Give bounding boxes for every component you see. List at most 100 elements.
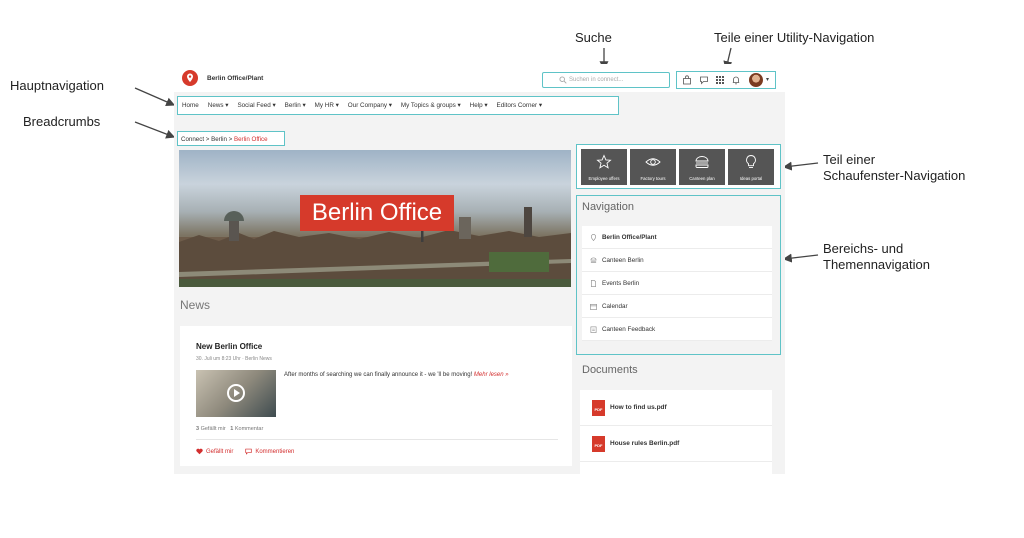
lightbulb-icon [746, 155, 756, 168]
tile-label: Employee offers [588, 176, 620, 181]
search-icon [559, 76, 567, 84]
arrow-breadcrumbs [134, 121, 176, 139]
utility-nav: ▾ [676, 71, 776, 89]
tile-ideas-portal[interactable]: Ideas portal [728, 149, 774, 185]
tile-factory-tours[interactable]: Factory tours [630, 149, 676, 185]
nav-link-calendar[interactable]: Calendar [582, 295, 772, 318]
tile-label: Factory tours [640, 176, 666, 181]
documents-heading: Documents [582, 364, 638, 376]
nav-item-editors-corner[interactable]: Editors Corner ▾ [497, 102, 543, 109]
burger-icon [695, 156, 709, 168]
chat-icon[interactable] [699, 75, 709, 85]
news-heading: News [180, 298, 211, 312]
nav-link-canteen-feedback[interactable]: Canteen Feedback [582, 318, 772, 341]
breadcrumb: Connect > Berlin > Berlin Office [177, 131, 285, 146]
tile-canteen-plan[interactable]: Canteen plan [679, 149, 725, 185]
comment-label: Kommentieren [255, 448, 295, 455]
annotation-showcase-1: Teil einer [823, 152, 876, 167]
main-nav: Home News ▾ Social Feed ▾ Berlin ▾ My HR… [177, 96, 619, 115]
divider [196, 439, 558, 440]
news-card: New Berlin Office 30. Juli um 8:23 Uhr ·… [180, 326, 572, 466]
burger-icon [590, 257, 597, 263]
nav-link-label: Berlin Office/Plant [602, 234, 657, 241]
nav-item-help[interactable]: Help ▾ [470, 102, 488, 109]
location-pin-logo-icon[interactable] [182, 70, 198, 86]
play-icon[interactable] [227, 384, 245, 402]
nav-item-social-feed[interactable]: Social Feed ▾ [237, 102, 275, 109]
pdf-icon: PDF [592, 436, 605, 452]
nav-link-canteen-berlin[interactable]: Canteen Berlin [582, 249, 772, 272]
intranet-app: Berlin Office/Plant Suchen in connect... [174, 64, 785, 474]
arrow-main-nav [134, 87, 176, 107]
news-actions: Gefällt mir Kommentieren [196, 448, 294, 455]
tile-employee-offers[interactable]: Employee offers [581, 149, 627, 185]
document-item[interactable]: PDF House rules Berlin.pdf [580, 426, 772, 462]
annotation-utility-nav: Teile einer Utility-Navigation [714, 30, 875, 45]
news-meta: 30. Juli um 8:23 Uhr · Berlin News [196, 356, 272, 362]
news-excerpt: After months of searching we can finally… [284, 372, 509, 378]
comment-button[interactable]: Kommentieren [245, 448, 294, 455]
nav-item-news[interactable]: News ▾ [208, 102, 229, 109]
video-thumbnail[interactable] [196, 370, 276, 417]
tile-label: Ideas portal [739, 176, 763, 181]
navigation-list: Berlin Office/Plant Canteen Berlin Event… [582, 226, 772, 341]
calendar-icon [590, 304, 597, 310]
nav-link-label: Events Berlin [602, 280, 640, 287]
search-placeholder: Suchen in connect... [569, 77, 624, 83]
annotation-area-nav-1: Bereichs- und [823, 241, 904, 256]
annotation-search: Suche [575, 30, 612, 45]
nav-link-label: Calendar [602, 303, 628, 310]
avatar[interactable] [749, 73, 763, 87]
document-name: House rules Berlin.pdf [610, 440, 680, 447]
star-icon [596, 154, 612, 169]
search-input[interactable]: Suchen in connect... [542, 72, 670, 88]
chevron-down-icon[interactable]: ▾ [766, 76, 769, 83]
nav-link-label: Canteen Feedback [602, 326, 656, 333]
annotation-breadcrumbs: Breadcrumbs [23, 114, 101, 129]
breadcrumb-path[interactable]: Connect > Berlin > [181, 136, 234, 143]
like-button[interactable]: Gefällt mir [196, 448, 233, 455]
tile-label: Canteen plan [689, 176, 715, 181]
hero-title: Berlin Office [300, 195, 454, 231]
hero-banner: Berlin Office [179, 150, 571, 287]
nav-item-my-topics[interactable]: My Topics & groups ▾ [401, 102, 461, 109]
document-item[interactable]: PDF How to find us.pdf [580, 390, 772, 426]
annotated-screenshot: Suche Teile einer Utility-Navigation Hau… [0, 0, 1024, 538]
top-bar: Berlin Office/Plant Suchen in connect... [174, 64, 785, 92]
nav-link-events-berlin[interactable]: Events Berlin [582, 272, 772, 295]
news-stats: 3 Gefällt mir 1 Kommentar [196, 426, 263, 432]
comment-icon [245, 448, 252, 455]
news-text: After months of searching we can finally… [284, 372, 474, 378]
annotation-area-nav-2: Themennavigation [823, 257, 930, 272]
document-name: How to find us.pdf [610, 404, 667, 411]
like-label: Gefällt mir [206, 448, 234, 455]
arrow-area-nav [782, 253, 819, 263]
heart-icon [196, 448, 203, 455]
nav-item-berlin[interactable]: Berlin ▾ [285, 102, 306, 109]
eye-icon [645, 158, 661, 166]
bell-icon[interactable] [731, 75, 741, 85]
document-icon [591, 280, 596, 287]
pdf-icon: PDF [592, 400, 605, 416]
comments-count: 1 [230, 426, 234, 432]
annotation-main-nav: Hauptnavigation [10, 78, 104, 93]
bag-icon[interactable] [682, 75, 692, 85]
nav-link-label: Canteen Berlin [602, 257, 644, 264]
site-name[interactable]: Berlin Office/Plant [207, 75, 263, 82]
comments-label: Kommentar [234, 426, 264, 432]
pin-icon [591, 234, 596, 241]
nav-item-home[interactable]: Home [182, 102, 199, 109]
nav-item-our-company[interactable]: Our Company ▾ [348, 102, 392, 109]
apps-grid-icon[interactable] [715, 75, 725, 85]
nav-item-my-hr[interactable]: My HR ▾ [315, 102, 339, 109]
likes-label: Gefällt mir [200, 426, 226, 432]
arrow-showcase [782, 161, 819, 171]
documents-list: PDF How to find us.pdf PDF House rules B… [580, 390, 772, 474]
nav-link-berlin-office[interactable]: Berlin Office/Plant [582, 226, 772, 249]
read-more-link[interactable]: Mehr lesen » [474, 372, 509, 378]
news-title[interactable]: New Berlin Office [196, 342, 262, 351]
clipboard-icon [590, 326, 597, 333]
annotation-showcase-2: Schaufenster-Navigation [823, 168, 966, 183]
breadcrumb-current: Berlin Office [233, 136, 268, 143]
likes-count: 3 [196, 426, 200, 432]
